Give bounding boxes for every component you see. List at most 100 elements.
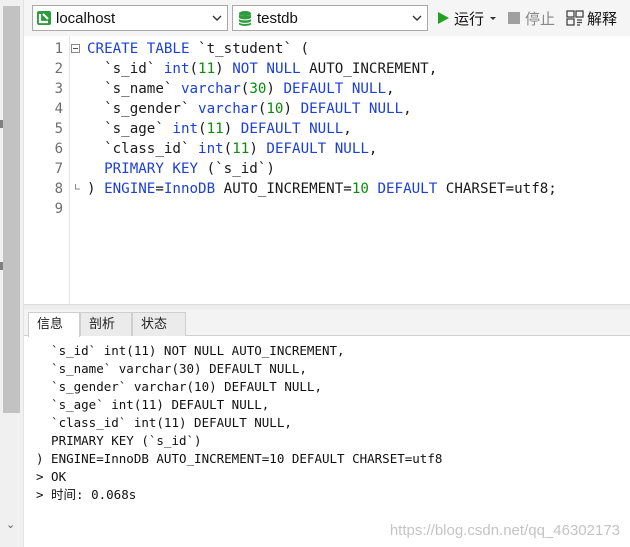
sql-text: (`s_id`) [198, 161, 275, 177]
log-line: ) ENGINE=InnoDB AUTO_INCREMENT=10 DEFAUL… [36, 451, 443, 466]
sql-text: `s_gender` [87, 101, 199, 117]
left-edge-marker [0, 120, 3, 128]
database-icon [238, 10, 252, 26]
sql-text: ) [266, 81, 284, 97]
sql-text: ( [189, 61, 199, 77]
line-number: 3 [54, 81, 63, 97]
line-number: 2 [54, 61, 63, 77]
left-edge-marker [0, 262, 3, 270]
sql-keyword: PRIMARY KEY [87, 161, 199, 177]
code-line[interactable]: `s_name` varchar(30) DEFAULT NULL, [87, 79, 395, 99]
line-number: 9 [54, 201, 63, 217]
scroll-down-arrow-icon[interactable]: ⌄ [6, 518, 15, 531]
sql-number: 11 [198, 61, 216, 77]
play-icon [438, 12, 449, 24]
sql-text: , [403, 101, 412, 117]
run-button[interactable]: 运行 [436, 8, 498, 28]
code-line[interactable]: CREATE TABLE `t_student` ( [87, 39, 309, 59]
query-toolbar: localhost testdb 运行 停止 解释 [24, 0, 630, 36]
sql-text: AUTO_INCREMENT, [300, 61, 438, 77]
sql-text: ) [87, 181, 105, 197]
line-number: 1 [54, 41, 63, 57]
log-line: > OK [36, 469, 67, 484]
sql-keyword: DEFAULT NULL [283, 81, 387, 97]
sql-text: `s_name` [87, 81, 181, 97]
explain-label: 解释 [587, 10, 618, 28]
line-number: 5 [54, 121, 63, 137]
log-line: `s_age` int(11) DEFAULT NULL, [36, 397, 270, 412]
sql-text: , [386, 81, 395, 97]
sql-text: ) [215, 61, 233, 77]
sql-keyword: DEFAULT NULL [300, 101, 404, 117]
log-line: > 时间: 0.068s [36, 487, 137, 502]
tab-status[interactable]: 状态 [132, 312, 186, 336]
stop-label: 停止 [525, 10, 556, 28]
code-line[interactable]: `s_gender` varchar(10) DEFAULT NULL, [87, 99, 412, 119]
log-line: `s_name` varchar(30) DEFAULT NULL, [36, 361, 307, 376]
sql-keyword: ENGINE [104, 181, 156, 197]
sql-keyword: NOT NULL [232, 61, 301, 77]
chevron-down-icon [412, 15, 422, 21]
sql-keyword: DEFAULT [377, 181, 438, 197]
sql-text: , [368, 141, 378, 157]
sql-number: 30 [249, 81, 267, 97]
line-number: 7 [54, 161, 63, 177]
result-tab-bar: 信息 剖析 状态 [24, 309, 630, 337]
run-label: 运行 [454, 10, 485, 28]
code-line[interactable]: PRIMARY KEY (`s_id`) [87, 159, 275, 179]
sql-text: `s_id` [87, 61, 164, 77]
sql-text: AUTO_INCREMENT= [215, 181, 352, 197]
code-line[interactable]: `s_age` int(11) DEFAULT NULL, [87, 119, 352, 139]
sql-number: 11 [206, 121, 224, 137]
tab-analyze[interactable]: 剖析 [80, 312, 132, 336]
sql-text: ( [198, 121, 207, 137]
dropdown-caret-icon[interactable] [488, 13, 498, 23]
log-line: `s_id` int(11) NOT NULL AUTO_INCREMENT, [36, 343, 345, 358]
sql-text: = [155, 181, 164, 197]
sql-keyword: InnoDB [163, 181, 216, 197]
stop-icon [508, 12, 520, 24]
stop-button[interactable]: 停止 [508, 8, 555, 28]
sql-keyword: int [163, 61, 190, 77]
sql-number: 11 [232, 141, 250, 157]
connection-label: localhost [56, 9, 116, 27]
fold-collapse-icon[interactable] [71, 44, 80, 53]
watermark-text: https://blog.csdn.net/qq_46302173 [389, 522, 620, 539]
explain-icon [566, 10, 584, 26]
sql-keyword: int [198, 141, 224, 157]
database-select[interactable]: testdb [232, 5, 428, 31]
sql-text: `s_age` [87, 121, 173, 137]
explain-button[interactable]: 解释 [566, 8, 617, 28]
code-line[interactable]: ) ENGINE=InnoDB AUTO_INCREMENT=10 DEFAUL… [87, 179, 557, 199]
sql-number: 10 [351, 181, 369, 197]
line-number-gutter: 1 2 3 4 5 6 7 8 9 [24, 36, 70, 304]
line-number: 8 [54, 181, 63, 197]
sql-text: CHARSET=utf8; [437, 181, 557, 197]
connection-icon [37, 11, 51, 25]
sql-text: ) [249, 141, 267, 157]
sql-keyword: varchar [198, 101, 258, 117]
log-line: `class_id` int(11) DEFAULT NULL, [36, 415, 292, 430]
sql-text: `t_student` ( [189, 41, 310, 57]
sql-text: `class_id` [87, 141, 199, 157]
sql-keyword: varchar [180, 81, 241, 97]
line-number: 6 [54, 141, 63, 157]
sql-keyword: DEFAULT NULL [240, 121, 344, 137]
log-line: PRIMARY KEY (`s_id`) [36, 433, 202, 448]
tab-info[interactable]: 信息 [28, 312, 80, 337]
log-line: `s_gender` varchar(10) DEFAULT NULL, [36, 379, 322, 394]
left-panel-strip: ⌄ [0, 0, 24, 547]
database-label: testdb [257, 9, 298, 27]
result-message-panel: `s_id` int(11) NOT NULL AUTO_INCREMENT, … [24, 336, 630, 547]
connection-select[interactable]: localhost [32, 5, 228, 31]
code-line[interactable]: `class_id` int(11) DEFAULT NULL, [87, 139, 377, 159]
sql-keyword: int [172, 121, 199, 137]
sql-keyword: DEFAULT NULL [266, 141, 369, 157]
code-line[interactable]: `s_id` int(11) NOT NULL AUTO_INCREMENT, [87, 59, 437, 79]
chevron-down-icon [212, 15, 222, 21]
sql-editor[interactable]: 1 2 3 4 5 6 7 8 9 CREATE TABLE `t_student` ( `s_… [24, 36, 630, 304]
line-number: 4 [54, 101, 63, 117]
sql-keyword: CREATE TABLE [87, 41, 190, 57]
left-scrollbar-thumb[interactable] [3, 6, 20, 413]
sql-number: 10 [266, 101, 284, 117]
